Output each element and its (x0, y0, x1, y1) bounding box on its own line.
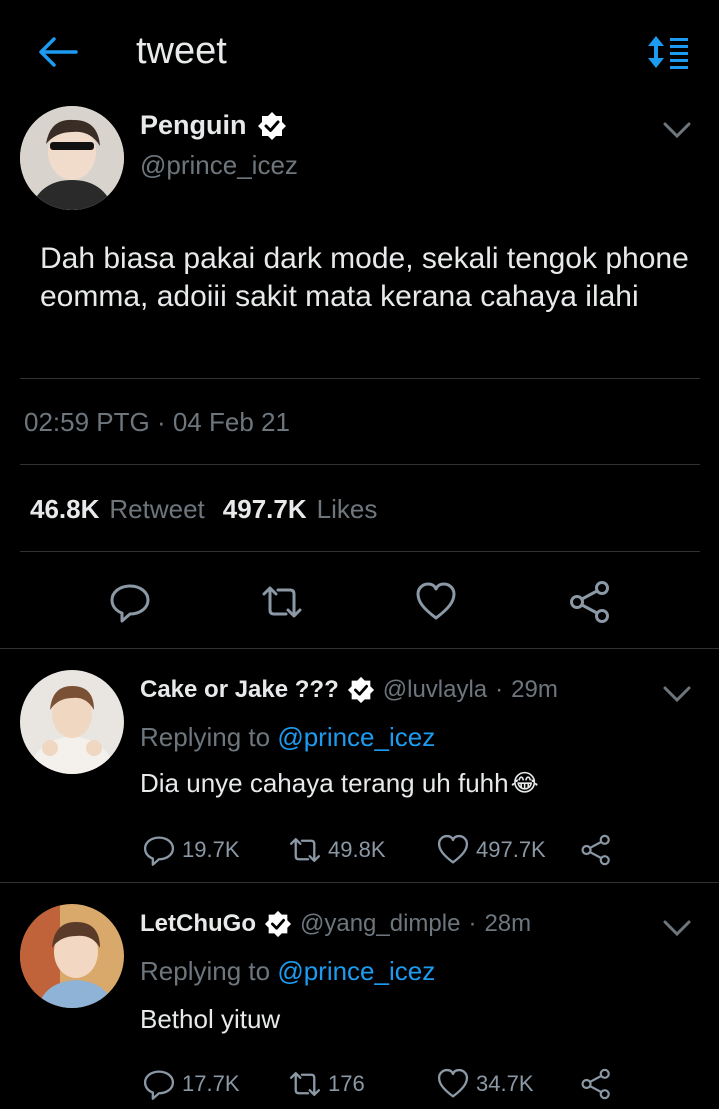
reply-icon (143, 836, 175, 866)
reply-time: 29m (511, 676, 558, 703)
retweet-icon (289, 838, 321, 862)
retweet-button[interactable] (260, 580, 304, 624)
like-button[interactable] (414, 580, 458, 624)
verified-badge-icon (257, 111, 286, 140)
replying-to: Replying to @prince_icez (140, 722, 435, 753)
verified-badge-icon (264, 910, 292, 938)
divider (20, 551, 700, 552)
verified-badge-icon (347, 676, 374, 704)
reply-button[interactable]: 17.7K (142, 1066, 240, 1102)
tweet-stats: 46.8K Retweet 497.7K Likes (30, 494, 377, 525)
tweet-text: Dah biasa pakai dark mode, sekali tengok… (40, 242, 689, 313)
share-button[interactable] (580, 1066, 612, 1102)
share-button[interactable] (580, 832, 612, 868)
separator-dot: · (468, 910, 477, 937)
retweet-count: 176 (328, 1071, 365, 1096)
tweet-timestamp: 02:59 PTG · 04 Feb 21 (24, 407, 290, 437)
retweet-button[interactable]: 176 (288, 1066, 365, 1102)
replying-to-link[interactable]: @prince_icez (277, 722, 435, 752)
reply-count: 17.7K (182, 1071, 240, 1096)
reply-author-handle: @luvlayla (382, 676, 488, 703)
reply-count: 19.7K (182, 837, 240, 862)
divider (0, 882, 719, 883)
retweet-icon (262, 586, 302, 618)
share-icon (581, 834, 610, 866)
replying-to: Replying to @prince_icez (140, 956, 435, 987)
chevron-down-icon[interactable] (662, 684, 692, 704)
divider (0, 648, 719, 649)
back-button[interactable] (36, 34, 78, 70)
reply-text-row: Bethol yituw (140, 1004, 280, 1035)
replying-prefix: Replying to (140, 722, 271, 752)
reply-time: 28m (484, 910, 532, 937)
reply-header: Cake or Jake ??? @luvlayla · 29m (140, 676, 558, 704)
like-button[interactable]: 497.7K (436, 832, 546, 868)
share-button[interactable] (568, 580, 612, 624)
retweet-count: 49.8K (328, 837, 386, 862)
author-handle: @prince_icez (140, 150, 298, 180)
reply-author-name[interactable]: LetChuGo (140, 910, 256, 938)
laughing-emoji-icon: 😂 (510, 770, 539, 797)
reply-button[interactable] (108, 580, 152, 624)
reply-button[interactable]: 19.7K (142, 832, 240, 868)
reply-actions: 19.7K 49.8K 497.7K (0, 832, 719, 868)
sort-button[interactable] (646, 34, 690, 70)
avatar-image (20, 670, 124, 774)
chevron-down-icon[interactable] (662, 918, 692, 938)
reply-text: Dia unye cahaya terang uh fuhh (140, 768, 509, 798)
author-avatar[interactable] (20, 106, 124, 210)
tweet-actions (0, 580, 719, 624)
reply-avatar[interactable] (20, 904, 124, 1008)
retweet-icon (289, 1072, 321, 1096)
reply-text-row: Dia unye cahaya terang uh fuhh 😂 (140, 768, 539, 799)
sort-icon (648, 36, 688, 69)
avatar-image (20, 106, 124, 210)
like-count: 34.7K (476, 1071, 534, 1096)
replying-to-link[interactable]: @prince_icez (277, 956, 435, 986)
reply-author-name[interactable]: Cake or Jake ??? (140, 676, 339, 704)
heart-icon (416, 582, 456, 620)
heart-icon (437, 1068, 469, 1098)
divider (20, 464, 700, 465)
retweet-button[interactable]: 49.8K (288, 832, 386, 868)
share-icon (570, 581, 609, 623)
heart-icon (437, 834, 469, 864)
reply-icon (143, 1070, 175, 1100)
share-icon (581, 1068, 610, 1100)
reply-avatar[interactable] (20, 670, 124, 774)
reply-header: LetChuGo @yang_dimple · 28m (140, 910, 531, 938)
like-count: 497.7K (476, 837, 546, 862)
avatar-image (20, 904, 124, 1008)
reply-author-handle: @yang_dimple (299, 910, 461, 937)
author-name-row: Penguin (140, 110, 287, 141)
chevron-down-icon[interactable] (662, 120, 692, 140)
author-name[interactable]: Penguin (140, 110, 247, 141)
likes-label[interactable]: Likes (317, 494, 378, 525)
reply-actions: 17.7K 176 34.7K (0, 1066, 719, 1102)
separator-dot: · (495, 676, 504, 703)
like-button[interactable]: 34.7K (436, 1066, 534, 1102)
arrow-left-icon (39, 37, 78, 67)
reply-text: Bethol yituw (140, 1004, 281, 1034)
retweet-count[interactable]: 46.8K (30, 494, 99, 525)
top-bar: tweet (0, 0, 719, 100)
divider (20, 378, 700, 379)
retweet-label[interactable]: Retweet (109, 494, 204, 525)
reply-icon (110, 584, 150, 623)
likes-count[interactable]: 497.7K (223, 494, 307, 525)
page-title: tweet (136, 30, 227, 72)
replying-prefix: Replying to (140, 956, 271, 986)
